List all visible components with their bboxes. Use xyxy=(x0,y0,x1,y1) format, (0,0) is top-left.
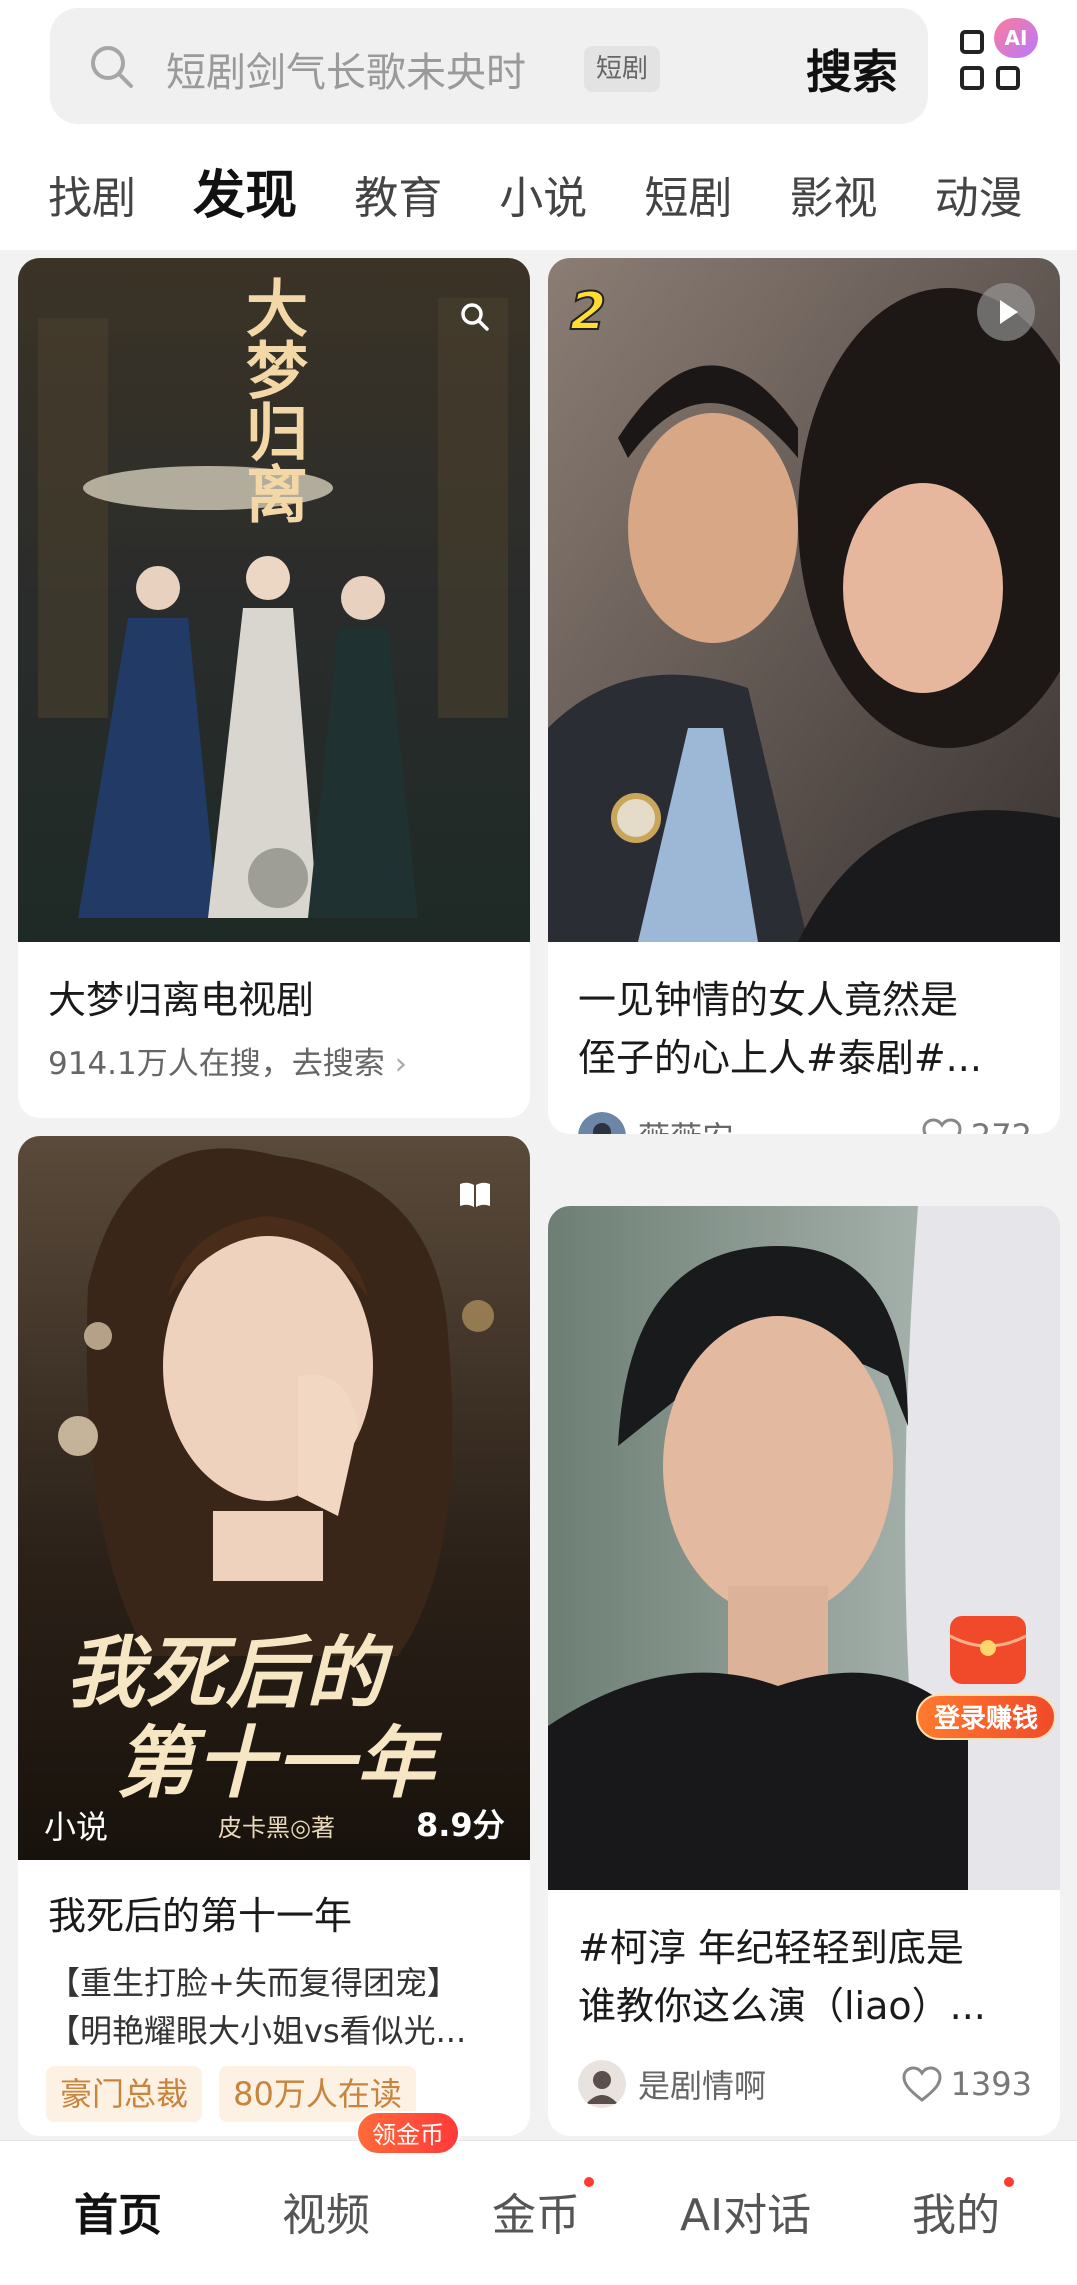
rank-badge: 2 xyxy=(569,281,607,343)
feed-card-video[interactable]: 2 一见钟情的女人竟然是 侄子的心上人#泰剧#... 薇薇安 272 xyxy=(548,258,1060,1134)
search-button[interactable]: 搜索 xyxy=(806,36,898,102)
search-category-tag: 短剧 xyxy=(584,46,661,92)
notification-dot xyxy=(584,2177,594,2187)
like-button[interactable]: 272 xyxy=(921,1110,1032,1134)
promo-label: 登录赚钱 xyxy=(916,1694,1056,1740)
tab-anime[interactable]: 动漫 xyxy=(935,159,1023,236)
chevron-right-icon: › xyxy=(394,1046,408,1082)
apps-grid-button[interactable]: AI xyxy=(960,18,1038,100)
ai-badge: AI xyxy=(994,18,1038,58)
author[interactable]: 是剧情啊 xyxy=(578,2058,766,2110)
card-title: 我死后的第十一年 xyxy=(48,1894,353,1938)
author-mark: 皮卡黑◎著 xyxy=(218,1814,335,1842)
search-count-text: 914.1万人在搜，去搜索 xyxy=(48,1046,385,1082)
search-input[interactable]: 短剧剑气长歌未央时 短剧 搜索 xyxy=(50,8,928,124)
card-title-line1: #柯淳 年纪轻轻到底是 xyxy=(578,1926,964,1970)
search-placeholder: 短剧剑气长歌未央时 xyxy=(166,50,526,96)
avatar xyxy=(578,1112,626,1134)
grid-icon xyxy=(960,30,984,54)
tab-novel[interactable]: 小说 xyxy=(499,159,587,236)
notification-dot xyxy=(1004,2177,1014,2187)
nav-ai-chat[interactable]: AI对话 xyxy=(680,2179,811,2243)
tab-discover[interactable]: 发现 xyxy=(193,156,297,236)
play-icon xyxy=(977,283,1035,341)
rating-score: 8.9分 xyxy=(416,1806,505,1844)
tag-genre[interactable]: 豪门总裁 xyxy=(46,2066,203,2122)
tab-education[interactable]: 教育 xyxy=(354,159,442,236)
like-count: 272 xyxy=(971,1117,1032,1134)
feed-card-novel[interactable]: 我死后的 第十一年 小说 皮卡黑◎著 8.9分 我死后的第十一年 【重生打脸+失… xyxy=(18,1136,530,2136)
search-icon xyxy=(91,46,133,88)
avatar xyxy=(578,2060,626,2108)
like-button[interactable]: 1393 xyxy=(901,2058,1032,2110)
author-name: 是剧情啊 xyxy=(638,2067,767,2105)
nav-me[interactable]: 我的 xyxy=(912,2179,1000,2243)
description-line2: 【明艳耀眼大小姐vs看似光... xyxy=(48,2012,467,2050)
heart-icon xyxy=(922,1118,962,1134)
magnifier-icon xyxy=(461,303,489,331)
nav-coins[interactable]: 金币 xyxy=(492,2179,580,2243)
like-count: 1393 xyxy=(950,2065,1032,2103)
cover-image xyxy=(548,258,1060,942)
tab-film-tv[interactable]: 影视 xyxy=(789,159,877,236)
card-title-line1: 一见钟情的女人竟然是 xyxy=(578,978,959,1022)
cover-title-line2: 第十一年 xyxy=(116,1718,437,1809)
heart-icon xyxy=(902,2066,942,2102)
description-line1: 【重生打脸+失而复得团宠】 xyxy=(48,1964,459,2002)
bottom-nav: 首页 视频 金币 AI对话 我的 xyxy=(0,2140,1077,2285)
author[interactable]: 薇薇安 xyxy=(578,1110,734,1134)
feed-card-drama-search[interactable]: 大梦归离 大梦归离电视剧 914.1万人在搜，去搜索 › xyxy=(18,258,530,1118)
card-title-line2: 谁教你这么演（liao）... xyxy=(578,1984,986,2028)
coin-reward-badge[interactable]: 领金币 xyxy=(356,2111,460,2155)
nav-home[interactable]: 首页 xyxy=(74,2179,162,2243)
card-title: 大梦归离电视剧 xyxy=(48,978,315,1022)
red-envelope-icon xyxy=(949,1616,1027,1684)
cover-title-vertical: 大梦归离 xyxy=(235,276,308,524)
cover-image xyxy=(548,1206,1060,1890)
promo-badge[interactable]: 登录赚钱 xyxy=(916,1616,1056,1740)
tab-short-drama[interactable]: 短剧 xyxy=(644,159,732,236)
type-label: 小说 xyxy=(44,1808,109,1846)
nav-video[interactable]: 视频 xyxy=(282,2179,370,2243)
book-icon xyxy=(460,1182,490,1207)
card-title-line2: 侄子的心上人#泰剧#... xyxy=(578,1036,982,1080)
tab-find-drama[interactable]: 找剧 xyxy=(48,159,136,236)
top-bar: 短剧剑气长歌未央时 短剧 搜索 AI 找剧 发现 教育 小说 短剧 影视 动漫 … xyxy=(0,0,1077,250)
search-count-link[interactable]: 914.1万人在搜，去搜索 › xyxy=(48,1038,407,1083)
author-name: 薇薇安 xyxy=(638,1113,734,1134)
feed-card-video[interactable]: 登录赚钱 #柯淳 年纪轻轻到底是 谁教你这么演（liao）... 是剧情啊 13… xyxy=(548,1206,1060,2136)
category-tabs: 找剧 发现 教育 小说 短剧 影视 动漫 音 xyxy=(48,156,1077,236)
